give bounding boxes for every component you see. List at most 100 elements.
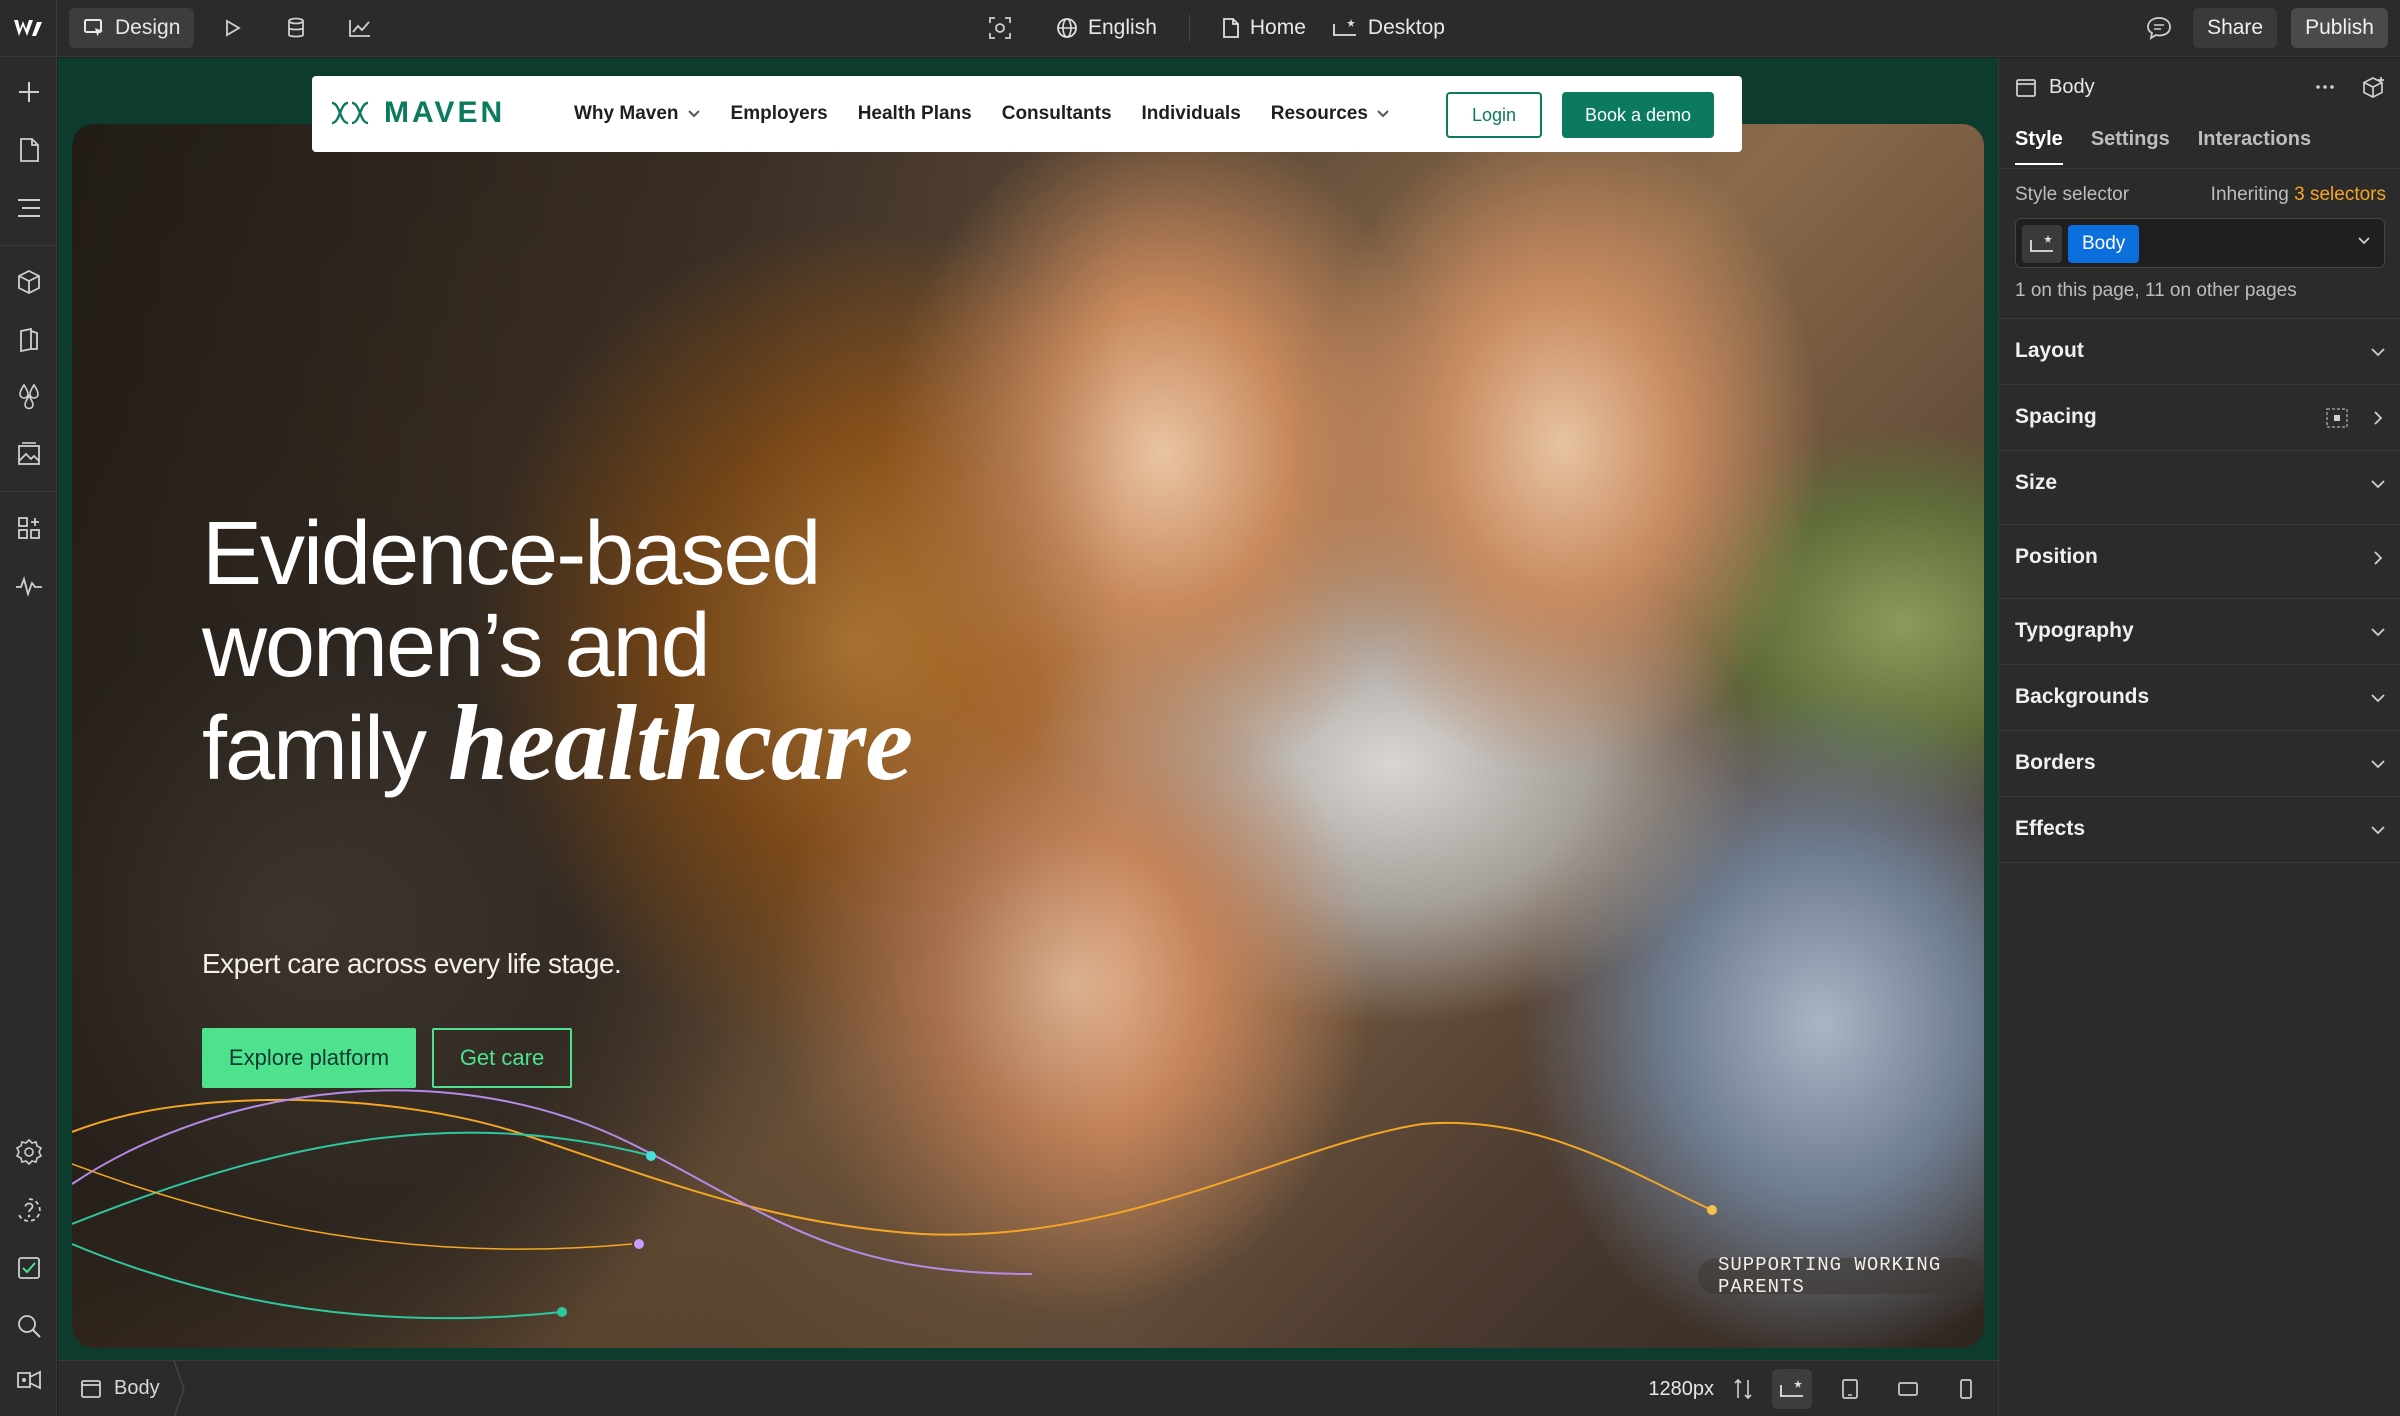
analytics-chart-icon[interactable]	[340, 8, 380, 48]
inheriting-count[interactable]: 3 selectors	[2294, 184, 2386, 205]
chevron-down-icon	[1377, 110, 1389, 118]
preview-play-icon[interactable]	[212, 8, 252, 48]
bottom-bar: Body 1280px	[58, 1360, 1998, 1416]
language-selector[interactable]: English	[1042, 8, 1171, 48]
nav-why-maven[interactable]: Why Maven	[574, 103, 701, 125]
section-size[interactable]: Size	[1999, 450, 2400, 516]
top-right-controls: Share Publish	[2139, 8, 2388, 48]
nav-resources[interactable]: Resources	[1271, 103, 1390, 125]
section-layout[interactable]: Layout	[1999, 318, 2400, 384]
more-options-icon[interactable]	[2314, 76, 2336, 98]
section-typography[interactable]: Typography	[1999, 598, 2400, 664]
add-elements-plus-icon[interactable]	[12, 75, 45, 108]
comments-icon[interactable]	[2139, 8, 2179, 48]
help-question-icon[interactable]	[12, 1193, 45, 1226]
nav-individuals[interactable]: Individuals	[1142, 103, 1241, 125]
webflow-logo-icon[interactable]	[0, 0, 57, 57]
nav-employers[interactable]: Employers	[731, 103, 828, 125]
section-position[interactable]: Position	[1999, 524, 2400, 590]
nav-consultants[interactable]: Consultants	[1002, 103, 1112, 125]
desktop-breakpoint-button[interactable]	[1772, 1369, 1812, 1409]
style-selector-input[interactable]: Body	[2015, 218, 2385, 268]
body-element-icon	[81, 1379, 101, 1398]
section-label: Position	[2015, 545, 2098, 568]
page-label: Home	[1249, 16, 1306, 39]
explore-platform-button[interactable]: Explore platform	[202, 1028, 416, 1088]
activity-pulse-icon[interactable]	[12, 569, 45, 602]
left-toolbar	[0, 57, 57, 1416]
video-tutorials-icon[interactable]	[12, 1363, 45, 1396]
hero-headline-italic: healthcare	[448, 684, 913, 803]
audit-checkbox-icon[interactable]	[12, 1251, 45, 1284]
book-demo-button[interactable]: Book a demo	[1562, 92, 1714, 138]
section-label: Layout	[2015, 339, 2084, 362]
hero-section[interactable]: Evidence-based women’s and family health…	[72, 124, 1984, 1348]
desktop-breakpoint-icon	[1332, 19, 1356, 36]
apps-grid-icon[interactable]	[12, 511, 45, 544]
tab-style[interactable]: Style	[2015, 128, 2063, 165]
body-element-icon	[2016, 78, 2036, 97]
design-canvas[interactable]: Evidence-based women’s and family health…	[58, 58, 1998, 1360]
inheriting-selectors-info[interactable]: Inheriting 3 selectors	[2211, 184, 2386, 206]
assets-image-icon[interactable]	[12, 437, 45, 470]
supporting-parents-tag: SUPPORTING WORKING PARENTS	[1698, 1254, 1984, 1298]
section-effects[interactable]: Effects	[1999, 796, 2400, 862]
spacing-box-icon	[2326, 408, 2348, 428]
selector-usage-count: 1 on this page, 11 on other pages	[2015, 280, 2297, 301]
tablet-breakpoint-button[interactable]	[1830, 1369, 1870, 1409]
mobile-landscape-breakpoint-button[interactable]	[1888, 1369, 1928, 1409]
breakpoint-label: Desktop	[1367, 16, 1445, 39]
chevron-down-icon	[2371, 760, 2385, 769]
focus-target-icon[interactable]	[980, 8, 1020, 48]
site-navbar[interactable]: MAVEN Why Maven Employers Health Plans C…	[312, 76, 1742, 152]
maven-logo[interactable]: MAVEN	[330, 96, 505, 130]
style-drops-icon[interactable]	[12, 379, 45, 412]
components-cube-icon[interactable]	[12, 265, 45, 298]
breakpoint-selector[interactable]: Desktop	[1328, 8, 1459, 48]
nav-label: Resources	[1270, 103, 1368, 124]
mobile-portrait-breakpoint-button[interactable]	[1946, 1369, 1986, 1409]
share-button[interactable]: Share	[2193, 8, 2278, 48]
cms-database-icon[interactable]	[276, 8, 316, 48]
panel-tabs: Style Settings Interactions	[2015, 128, 2311, 165]
top-bar: Design English Home Desktop Share Publis…	[0, 0, 2400, 57]
chevron-down-icon	[687, 110, 700, 118]
divider	[1999, 862, 2400, 863]
settings-gear-icon[interactable]	[12, 1135, 45, 1168]
section-borders[interactable]: Borders	[1999, 730, 2400, 796]
divider	[0, 491, 57, 492]
breakpoint-selector-icon[interactable]	[2022, 225, 2062, 263]
chevron-down-icon[interactable]	[2356, 233, 2372, 249]
selector-chip-body[interactable]: Body	[2068, 225, 2140, 263]
style-panel: Body Style Settings Interactions Style s…	[1998, 58, 2400, 1416]
page-selector[interactable]: Home	[1208, 8, 1320, 48]
chevron-down-icon	[2371, 826, 2385, 835]
resize-arrows-icon[interactable]	[1732, 1378, 1754, 1400]
canvas-width-readout[interactable]: 1280px	[1648, 1378, 1714, 1401]
globe-icon	[1057, 18, 1077, 38]
nav-health-plans[interactable]: Health Plans	[858, 103, 972, 125]
design-mode-button[interactable]: Design	[69, 8, 195, 48]
create-component-icon[interactable]	[2362, 76, 2386, 100]
divider	[1999, 168, 2400, 169]
navigator-icon[interactable]	[12, 191, 45, 224]
section-spacing[interactable]: Spacing	[1999, 384, 2400, 450]
section-backgrounds[interactable]: Backgrounds	[1999, 664, 2400, 730]
hero-headline-line-2: women’s and	[202, 596, 711, 696]
get-care-button[interactable]: Get care	[432, 1028, 572, 1088]
hero-subheadline: Expert care across every life stage.	[202, 948, 622, 979]
search-icon[interactable]	[12, 1309, 45, 1342]
variables-book-icon[interactable]	[12, 323, 45, 356]
section-label: Borders	[2015, 751, 2096, 774]
publish-button[interactable]: Publish	[2291, 8, 2388, 48]
brand-name: MAVEN	[384, 96, 506, 129]
nav-label: Why Maven	[574, 103, 679, 124]
divider	[1188, 14, 1190, 42]
login-button[interactable]: Login	[1446, 92, 1542, 138]
design-mode-label: Design	[115, 16, 181, 39]
selected-element-header: Body	[2015, 76, 2095, 99]
breadcrumb[interactable]: Body	[80, 1377, 160, 1400]
pages-icon[interactable]	[12, 133, 45, 166]
tab-settings[interactable]: Settings	[2091, 128, 2170, 165]
tab-interactions[interactable]: Interactions	[2198, 128, 2311, 165]
